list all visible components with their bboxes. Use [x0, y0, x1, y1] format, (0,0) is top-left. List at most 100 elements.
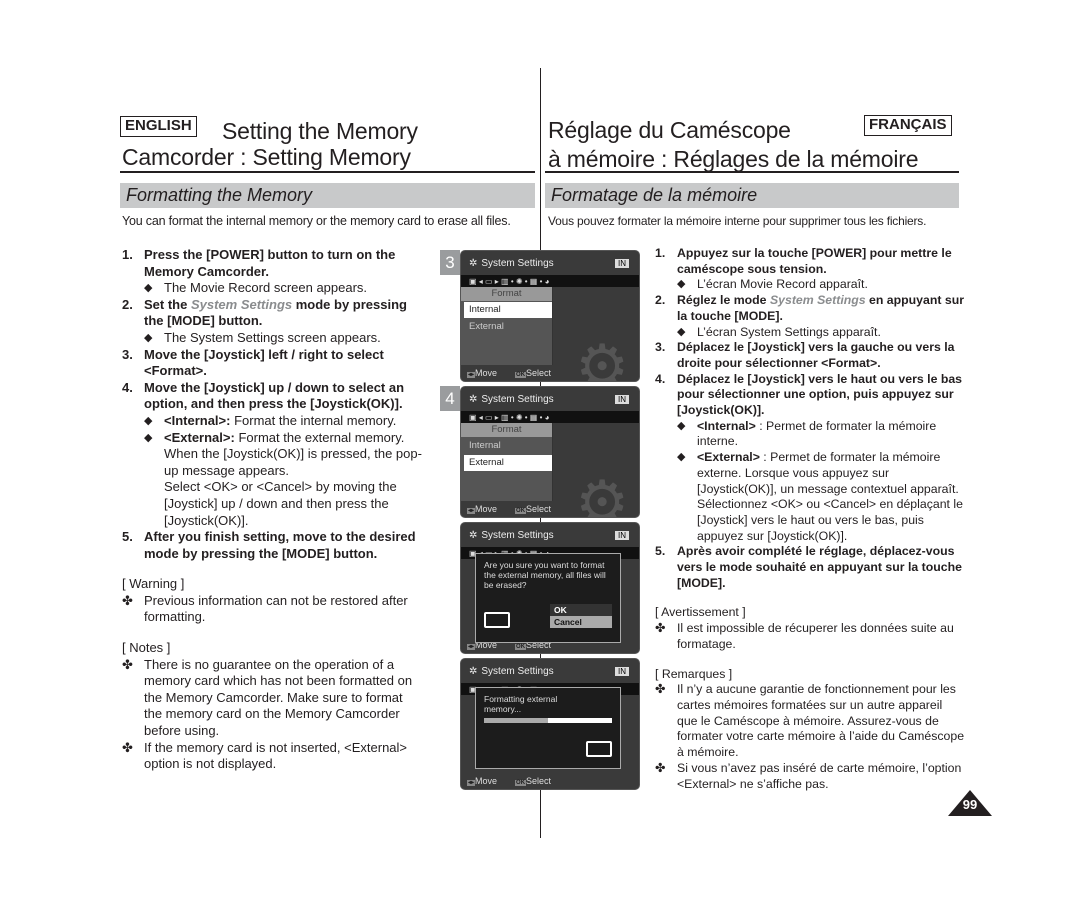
- step-4: 4. Move the [Joystick] up / down to selec…: [122, 380, 422, 413]
- page-title-fr-2: à mémoire : Réglages de la mémoire: [548, 146, 919, 172]
- screen-title-bar: ✲ System Settings IN: [461, 387, 639, 411]
- battery-icon: IN: [615, 666, 629, 676]
- move-hint: ◂▸Move: [467, 504, 497, 514]
- screen-confirm: ✲System SettingsIN▣ ◂ ▭ ▸ ▥ • ✺ • ▦ • ◕◂…: [460, 522, 640, 654]
- gear-icon: ✲: [469, 529, 478, 541]
- joystick-icon: ◂▸: [467, 372, 476, 378]
- select-hint: OKSelect: [515, 776, 551, 786]
- step-number: 3.: [655, 340, 666, 355]
- sub-text: <External> : Permet de formater la mémoi…: [697, 450, 965, 497]
- diamond-icon: ◆: [677, 325, 686, 338]
- menu-option-internal[interactable]: Internal: [464, 302, 552, 318]
- select-hint: OKSelect: [515, 504, 551, 514]
- cross-flower-icon: ✤: [655, 760, 666, 775]
- screen-title-bar: ✲ System Settings IN: [461, 523, 639, 547]
- step-5: 5. Après avoir complété le réglage, dépla…: [655, 544, 965, 591]
- ok-button[interactable]: OK: [550, 604, 612, 616]
- ok-key-icon: OK: [515, 508, 527, 514]
- screen-title: System Settings: [481, 393, 554, 405]
- sub-text: <Internal>: Format the internal memory.: [164, 413, 396, 430]
- joystick-icon: ◂▸: [467, 508, 476, 514]
- step-4: 4. Déplacez le [Joystick] vers le haut ou…: [655, 372, 965, 419]
- screen-title-bar: ✲ System Settings IN: [461, 659, 639, 683]
- warning-title: [ Warning ]: [122, 576, 185, 592]
- sub-text: L’écran Movie Record apparaît.: [697, 277, 868, 292]
- warning-item: ✤ Previous information can not be restore…: [122, 593, 422, 626]
- instructions-fr: 1. Appuyez sur la touche [POWER] pour met…: [655, 246, 965, 792]
- screen-footer: ◂▸Move OKSelect: [461, 773, 639, 789]
- move-label: Move: [475, 504, 498, 514]
- notes-title: [ Notes ]: [122, 640, 171, 656]
- cross-flower-icon: ✤: [122, 592, 133, 608]
- progress-text: Formatting external memory...: [484, 694, 558, 714]
- diamond-icon: ◆: [677, 278, 686, 291]
- step-2: 2. Set the System Settings mode by pressi…: [122, 297, 422, 330]
- title-rule-en: [120, 171, 535, 173]
- cancel-button[interactable]: Cancel: [550, 616, 612, 628]
- gear-icon: ✲: [469, 665, 478, 677]
- ok-key-icon: OK: [515, 644, 527, 650]
- diamond-icon: ◆: [677, 419, 686, 432]
- step-number: 5.: [122, 529, 133, 545]
- progress-bar: [484, 718, 612, 723]
- notes-item: ✤ If the memory card is not inserted, <Ex…: [122, 740, 422, 773]
- joystick-icon: ◂▸: [467, 644, 476, 650]
- step-text: Move the [Joystick] left / right to sele…: [144, 346, 384, 379]
- francais-label: FRANÇAIS: [864, 115, 952, 136]
- sub-bullet: ◆ <External>: Format the external memory.…: [122, 430, 422, 480]
- page-title-en-1: Setting the Memory: [222, 118, 418, 144]
- diamond-icon: ◆: [144, 431, 153, 444]
- step-1: 1. Press the [POWER] button to turn on th…: [122, 247, 422, 280]
- sub-bullet: ◆ L’écran Movie Record apparaît.: [655, 277, 965, 293]
- step-text: Réglez le mode System Settings en appuya…: [677, 293, 965, 324]
- gear-background-icon: ⚙: [575, 469, 629, 518]
- ok-key-icon: OK: [515, 780, 527, 786]
- step-text: Appuyez sur la touche [POWER] pour mettr…: [677, 246, 952, 276]
- joystick-icon: ◂▸: [467, 780, 476, 786]
- cross-flower-icon: ✤: [655, 682, 666, 697]
- option-name: <Internal>: [697, 418, 756, 433]
- memory-card-icon: [484, 612, 510, 628]
- sub-bullet: ◆ <Internal> : Permet de formater la mémo…: [655, 419, 965, 450]
- diamond-icon: ◆: [144, 331, 153, 344]
- confirm-text: Are you sure you want to format the exte…: [484, 560, 606, 590]
- notes-item: ✤ Il n’y a aucune garantie de fonctionnem…: [655, 682, 965, 761]
- battery-icon: IN: [615, 394, 629, 404]
- memory-card-icon: [586, 741, 612, 757]
- gear-background-icon: ⚙: [575, 333, 629, 382]
- warning-title: [ Avertissement ]: [655, 605, 746, 620]
- page-title-fr-1: Réglage du Caméscope: [548, 117, 791, 143]
- step-text: Set the System Settings mode by pressing…: [144, 297, 422, 330]
- warning-text: Il est impossible de récuperer les donné…: [677, 621, 954, 651]
- format-menu: Format Internal External: [461, 287, 553, 365]
- sub-bullet: ◆ L’écran System Settings apparaît.: [655, 325, 965, 341]
- diamond-icon: ◆: [677, 451, 686, 464]
- select-label: Select: [526, 504, 552, 514]
- page-title-en-2: Camcorder : Setting Memory: [122, 144, 411, 170]
- menu-option-external[interactable]: External: [464, 455, 552, 471]
- title-rule-fr: [545, 171, 959, 173]
- notes-text: Il n’y a aucune garantie de fonctionneme…: [677, 682, 965, 760]
- step-text: Move the [Joystick] up / down to select …: [144, 379, 405, 412]
- cross-flower-icon: ✤: [122, 656, 133, 672]
- gear-icon: ✲: [469, 393, 478, 405]
- screen-title: System Settings: [481, 529, 554, 541]
- step-number: 2.: [122, 296, 133, 312]
- notes-item: ✤ There is no guarantee on the operation …: [122, 657, 422, 740]
- step-text-pre: Set the: [144, 296, 191, 312]
- menu-option-external[interactable]: External: [461, 319, 552, 335]
- move-label: Move: [475, 776, 498, 786]
- step-badge-3: 3: [440, 250, 460, 275]
- mode-name: System Settings: [190, 296, 293, 312]
- warning-text: Previous information can not be restored…: [144, 592, 408, 625]
- screen-formatting: ✲System SettingsIN▣ ◂ ▭ ▸ ▥ • ✺ • ▦ • ◕◂…: [460, 658, 640, 790]
- formatting-dialog: Formatting external memory...: [475, 687, 621, 769]
- page-number: 99: [962, 797, 978, 812]
- section-header-en: Formatting the Memory: [120, 183, 535, 208]
- sub-continuation: Sélectionnez <OK> ou <Cancel> en déplaça…: [697, 497, 963, 543]
- step-5: 5. After you finish setting, move to the …: [122, 529, 422, 562]
- move-hint: ◂▸Move: [467, 776, 497, 786]
- menu-option-internal[interactable]: Internal: [461, 438, 552, 454]
- select-label: Select: [526, 368, 552, 378]
- screen-title: System Settings: [481, 257, 554, 269]
